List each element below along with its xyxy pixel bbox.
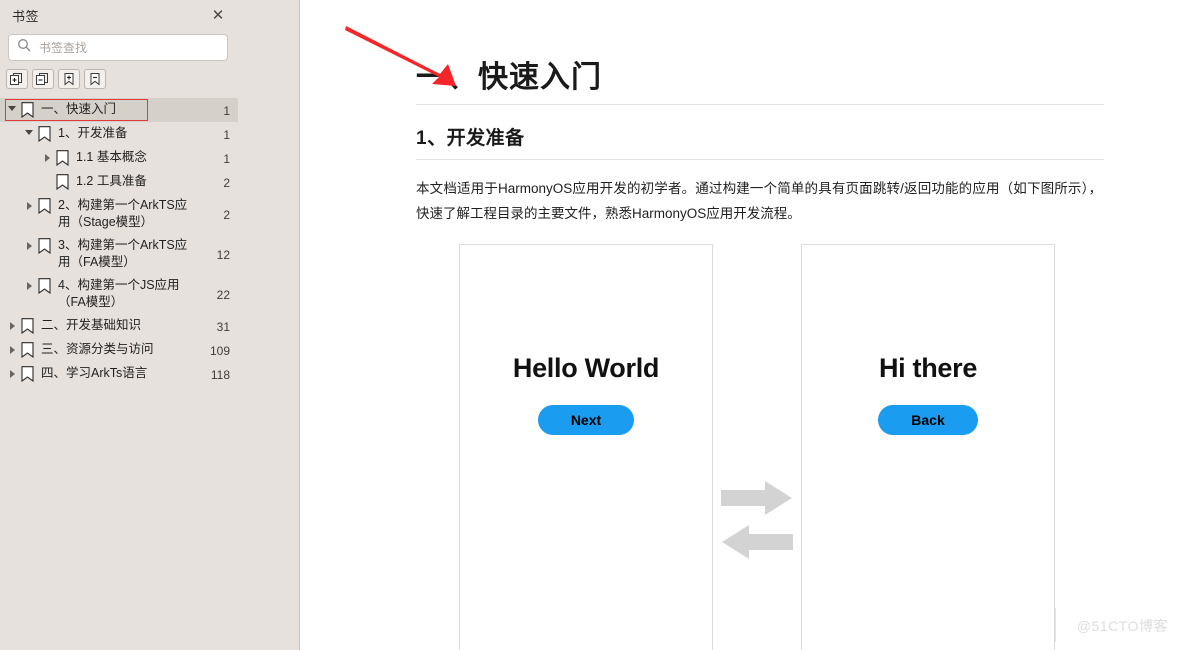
sidebar-title: 书签 xyxy=(12,8,40,24)
chevron-right-icon[interactable] xyxy=(5,341,19,354)
phone-mockup-left: Hello World Next xyxy=(459,244,713,650)
bookmark-icon xyxy=(36,277,52,294)
chevron-right-icon[interactable] xyxy=(5,317,19,330)
bookmark-page-number: 22 xyxy=(216,287,230,302)
section-heading: 1、开发准备 xyxy=(416,128,525,149)
transition-arrows xyxy=(713,244,801,559)
bookmark-item[interactable]: 二、开发基础知识 31 xyxy=(0,314,238,338)
twisty-spacer xyxy=(40,173,54,178)
chevron-right-icon[interactable] xyxy=(22,197,36,210)
bookmark-icon xyxy=(36,125,52,142)
chevron-right-icon[interactable] xyxy=(40,149,54,162)
bookmark-label: 2、构建第一个ArkTS应用（Stage模型） xyxy=(58,198,188,229)
body-paragraph: 本文档适用于HarmonyOS应用开发的初学者。通过构建一个简单的具有页面跳转/… xyxy=(416,181,1102,221)
bookmark-item[interactable]: 四、学习ArkTs语言 118 xyxy=(0,362,238,386)
bookmark-label: 1.1 基本概念 xyxy=(76,150,147,164)
close-icon[interactable]: ✕ xyxy=(206,3,230,27)
bookmark-label: 三、资源分类与访问 xyxy=(41,342,154,356)
add-bookmark-icon[interactable] xyxy=(58,69,80,89)
chevron-right-icon[interactable] xyxy=(22,237,36,250)
page-title: 一、快速入门 xyxy=(416,61,602,94)
document-page: 一、快速入门 1、开发准备 本文档适用于HarmonyOS应用开发的初学者。通过… xyxy=(300,0,1184,650)
bookmark-page-number: 1 xyxy=(223,127,230,142)
bookmark-page-number: 31 xyxy=(216,319,230,334)
bookmark-item[interactable]: 1.2 工具准备 2 xyxy=(0,170,238,194)
pdf-reader-window: 书签 ✕ 书签查找 一、快速入门 1 1、开发准备 1 1.1 基本概念 1 1… xyxy=(0,0,1184,650)
bookmark-toolbar xyxy=(0,61,238,95)
bookmark-page-number: 1 xyxy=(223,103,230,118)
bookmark-icon xyxy=(54,173,70,190)
chevron-right-icon[interactable] xyxy=(5,365,19,378)
search-area: 书签查找 xyxy=(0,30,238,61)
sidebar-header: 书签 ✕ xyxy=(0,0,238,30)
bookmark-page-number: 2 xyxy=(223,207,230,222)
remove-bookmark-icon[interactable] xyxy=(84,69,106,89)
bookmark-icon xyxy=(54,149,70,166)
bookmark-page-number: 12 xyxy=(216,247,230,262)
bookmark-tree: 一、快速入门 1 1、开发准备 1 1.1 基本概念 1 1.2 工具准备 2 2、构建第一个A… xyxy=(0,95,238,386)
phone-mockup-right: Hi there Back xyxy=(801,244,1055,650)
watermark-divider xyxy=(1055,608,1056,642)
chevron-down-icon[interactable] xyxy=(5,101,19,111)
bookmark-page-number: 118 xyxy=(210,367,230,382)
bookmark-page-number: 2 xyxy=(223,175,230,190)
phone-left-button[interactable]: Next xyxy=(537,405,635,435)
arrow-right-icon xyxy=(721,481,792,515)
phone-left-title: Hello World xyxy=(512,353,660,383)
bookmark-icon xyxy=(36,237,52,254)
bookmark-item[interactable]: 2、构建第一个ArkTS应用（Stage模型） 2 xyxy=(0,194,238,234)
phone-right-button[interactable]: Back xyxy=(878,405,978,435)
phone-right-title: Hi there xyxy=(878,353,978,383)
bookmark-page-number: 109 xyxy=(209,343,230,358)
bookmark-label: 3、构建第一个ArkTS应用（FA模型） xyxy=(58,238,188,269)
bookmark-label: 二、开发基础知识 xyxy=(41,318,142,332)
bookmark-page-number: 1 xyxy=(223,151,230,166)
bookmark-item[interactable]: 1.1 基本概念 1 xyxy=(0,146,238,170)
search-placeholder: 书签查找 xyxy=(39,41,88,55)
bookmark-item[interactable]: 三、资源分类与访问 109 xyxy=(0,338,238,362)
chevron-down-icon[interactable] xyxy=(22,125,36,135)
search-input[interactable]: 书签查找 xyxy=(8,34,228,61)
chevron-right-icon[interactable] xyxy=(22,277,36,290)
bookmark-item[interactable]: 1、开发准备 1 xyxy=(0,122,238,146)
bookmark-icon xyxy=(36,197,52,214)
search-icon xyxy=(17,38,31,57)
bookmark-label: 4、构建第一个JS应用（FA模型） xyxy=(58,278,180,309)
expand-all-icon[interactable] xyxy=(6,69,28,89)
bookmark-item[interactable]: 4、构建第一个JS应用（FA模型） 22 xyxy=(0,274,238,314)
bookmark-icon xyxy=(19,317,35,334)
bookmark-label: 四、学习ArkTs语言 xyxy=(41,366,148,380)
bookmark-icon xyxy=(19,101,35,118)
bookmark-label: 1.2 工具准备 xyxy=(76,174,147,188)
bookmark-icon xyxy=(19,341,35,358)
bookmark-item[interactable]: 3、构建第一个ArkTS应用（FA模型） 12 xyxy=(0,234,238,274)
bookmark-icon xyxy=(19,365,35,382)
bookmark-label: 1、开发准备 xyxy=(58,126,128,140)
bookmark-item[interactable]: 一、快速入门 1 xyxy=(0,98,238,122)
collapse-all-icon[interactable] xyxy=(32,69,54,89)
arrow-left-icon xyxy=(722,525,793,559)
bookmarks-sidebar: 书签 ✕ 书签查找 一、快速入门 1 1、开发准备 1 1.1 基本概念 1 1… xyxy=(0,0,239,650)
watermark: @51CTO博客 xyxy=(1076,618,1168,634)
bookmark-label: 一、快速入门 xyxy=(41,102,117,116)
sidebar-gutter xyxy=(238,0,300,650)
figure-app-screens: Hello World Next Hi there Back xyxy=(322,226,1162,650)
